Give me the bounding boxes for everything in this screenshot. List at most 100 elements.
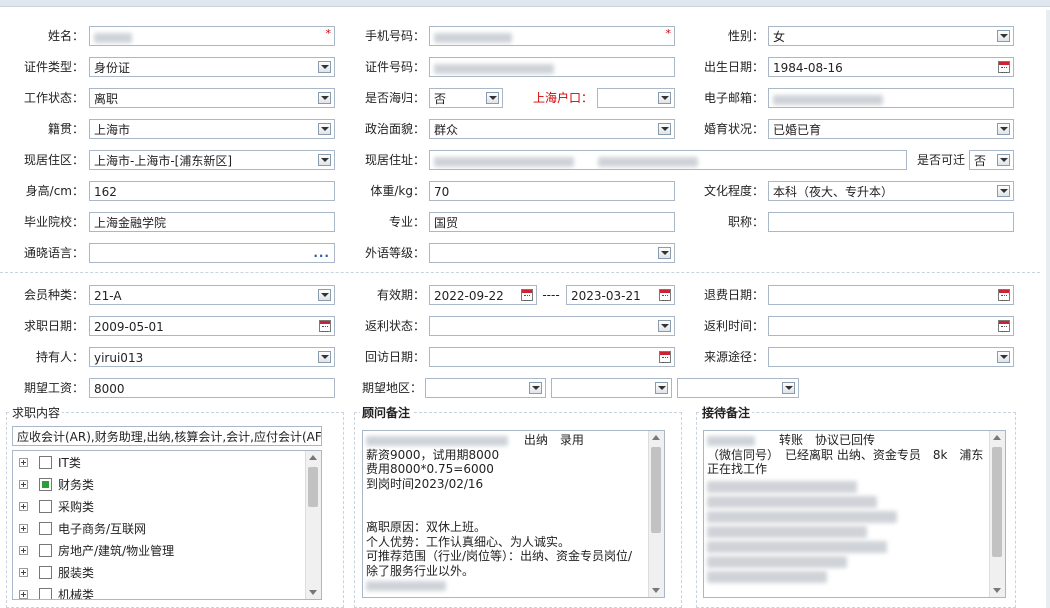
- email-input[interactable]: [768, 88, 1014, 108]
- rebate-status-select[interactable]: [429, 316, 675, 336]
- chevron-down-icon[interactable]: [658, 123, 671, 135]
- holder-select[interactable]: yirui013: [89, 347, 335, 367]
- chevron-down-icon[interactable]: [318, 123, 331, 135]
- chevron-down-icon[interactable]: [997, 154, 1010, 166]
- plus-icon[interactable]: [19, 546, 28, 555]
- region-select-3[interactable]: [677, 378, 799, 398]
- scroll-thumb[interactable]: [651, 447, 661, 533]
- chevron-down-icon[interactable]: [318, 154, 331, 166]
- calendar-icon[interactable]: [998, 320, 1010, 332]
- idno-input[interactable]: [429, 57, 675, 77]
- chevron-down-icon[interactable]: [318, 92, 331, 104]
- weight-input[interactable]: 70: [429, 181, 675, 201]
- birth-date-input[interactable]: 1984-08-16: [768, 57, 1014, 77]
- chevron-down-icon[interactable]: [658, 92, 671, 104]
- name-input[interactable]: *: [89, 26, 335, 46]
- job-category-tree[interactable]: IT类 财务类 采购类 电子商务/互联网 房地产/建筑/物业管理 服装类 机械类: [12, 450, 322, 600]
- shhukou-select[interactable]: [597, 88, 675, 108]
- plus-icon[interactable]: [19, 480, 28, 489]
- refund-date-input[interactable]: [768, 285, 1014, 305]
- chevron-down-icon[interactable]: [658, 320, 671, 332]
- foreign-level-select[interactable]: [429, 243, 675, 263]
- advisor-notes-textarea[interactable]: 出纳 录用 薪资9000，试用期8000 费用8000*0.75=6000 到岗…: [362, 430, 665, 598]
- title-input[interactable]: [768, 212, 1014, 232]
- scroll-up-icon[interactable]: [309, 455, 317, 460]
- relocate-select[interactable]: 否: [969, 150, 1014, 170]
- chevron-down-icon[interactable]: [782, 382, 795, 394]
- tree-scrollbar[interactable]: [305, 451, 321, 599]
- source-select[interactable]: [768, 347, 1014, 367]
- calendar-icon[interactable]: [521, 289, 533, 301]
- calendar-icon[interactable]: [659, 289, 671, 301]
- reception-notes-textarea[interactable]: 转账 协议已回传 （微信同号） 已经离职 出纳、资金专员 8k 浦东 正在找工作: [703, 430, 1006, 598]
- chevron-down-icon[interactable]: [486, 92, 499, 104]
- workstatus-select[interactable]: 离职: [89, 88, 335, 108]
- region-select-1[interactable]: [425, 378, 546, 398]
- phone-input[interactable]: *: [429, 26, 675, 46]
- checkbox-icon[interactable]: [39, 500, 52, 513]
- checkbox-icon[interactable]: [39, 522, 52, 535]
- checkbox-icon[interactable]: [39, 588, 52, 599]
- chevron-down-icon[interactable]: [318, 351, 331, 363]
- language-input[interactable]: ···: [89, 243, 335, 263]
- checkbox-icon[interactable]: [39, 478, 52, 491]
- checkbox-icon[interactable]: [39, 544, 52, 557]
- chevron-down-icon[interactable]: [997, 185, 1010, 197]
- scroll-thumb[interactable]: [992, 447, 1002, 557]
- scroll-up-icon[interactable]: [652, 435, 660, 440]
- region-select-2[interactable]: [551, 378, 672, 398]
- plus-icon[interactable]: [19, 590, 28, 599]
- returnee-select[interactable]: 否: [429, 88, 503, 108]
- scroll-down-icon[interactable]: [993, 588, 1001, 593]
- chevron-down-icon[interactable]: [318, 289, 331, 301]
- validity-end-input[interactable]: 2023-03-21: [566, 285, 675, 305]
- salary-input[interactable]: 8000: [89, 378, 335, 398]
- school-input[interactable]: 上海金融学院: [89, 212, 335, 232]
- plus-icon[interactable]: [19, 458, 28, 467]
- tree-item[interactable]: 机械类: [13, 584, 303, 599]
- visit-date-input[interactable]: [429, 347, 675, 367]
- member-type-select[interactable]: 21-A: [89, 285, 335, 305]
- chevron-down-icon[interactable]: [318, 61, 331, 73]
- plus-icon[interactable]: [19, 524, 28, 533]
- scroll-down-icon[interactable]: [309, 590, 317, 595]
- native-select[interactable]: 上海市: [89, 119, 335, 139]
- residence-addr-input[interactable]: [429, 150, 907, 170]
- tree-item[interactable]: IT类: [13, 452, 303, 474]
- plus-icon[interactable]: [19, 568, 28, 577]
- chevron-down-icon[interactable]: [658, 247, 671, 259]
- tree-item[interactable]: 服装类: [13, 562, 303, 584]
- chevron-down-icon[interactable]: [997, 123, 1010, 135]
- education-select[interactable]: 本科（夜大、专升本）: [768, 181, 1014, 201]
- calendar-icon[interactable]: [319, 320, 331, 332]
- advisor-notes-scrollbar[interactable]: [648, 431, 664, 597]
- ellipsis-icon[interactable]: ···: [313, 246, 330, 262]
- chevron-down-icon[interactable]: [529, 382, 542, 394]
- scroll-up-icon[interactable]: [993, 435, 1001, 440]
- plus-icon[interactable]: [19, 502, 28, 511]
- idtype-select[interactable]: 身份证: [89, 57, 335, 77]
- chevron-down-icon[interactable]: [997, 351, 1010, 363]
- tree-item[interactable]: 房地产/建筑/物业管理: [13, 540, 303, 562]
- chevron-down-icon[interactable]: [997, 30, 1010, 42]
- height-input[interactable]: 162: [89, 181, 335, 201]
- chevron-down-icon[interactable]: [655, 382, 668, 394]
- marital-select[interactable]: 已婚已育: [768, 119, 1014, 139]
- tree-item[interactable]: 电子商务/互联网: [13, 518, 303, 540]
- calendar-icon[interactable]: [998, 289, 1010, 301]
- validity-start-input[interactable]: 2022-09-22: [429, 285, 537, 305]
- checkbox-icon[interactable]: [39, 566, 52, 579]
- gender-select[interactable]: 女: [768, 26, 1014, 46]
- calendar-icon[interactable]: [998, 61, 1010, 73]
- jobhunt-date-input[interactable]: 2009-05-01: [89, 316, 335, 336]
- scroll-thumb[interactable]: [308, 467, 318, 507]
- political-select[interactable]: 群众: [429, 119, 675, 139]
- tree-item[interactable]: 采购类: [13, 496, 303, 518]
- residence-area-select[interactable]: 上海市-上海市-[浦东新区]: [89, 150, 335, 170]
- calendar-icon[interactable]: [659, 351, 671, 363]
- job-summary-input[interactable]: 应收会计(AR),财务助理,出纳,核算会计,会计,应付会计(AF: [12, 426, 322, 446]
- major-input[interactable]: 国贸: [429, 212, 675, 232]
- checkbox-icon[interactable]: [39, 456, 52, 469]
- rebate-time-input[interactable]: [768, 316, 1014, 336]
- reception-notes-scrollbar[interactable]: [989, 431, 1005, 597]
